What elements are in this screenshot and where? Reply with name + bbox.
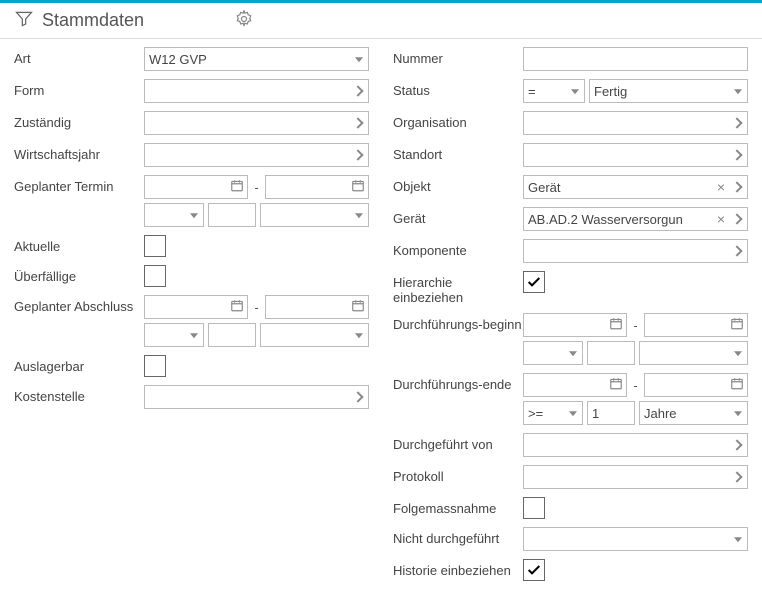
durchf-beginn-op[interactable] — [523, 341, 583, 365]
zustaendig-lookup[interactable] — [144, 111, 369, 135]
nummer-label: Nummer — [393, 47, 523, 66]
page-title: Stammdaten — [42, 10, 144, 31]
durchf-beginn-unit[interactable] — [639, 341, 748, 365]
geraet-label: Gerät — [393, 207, 523, 226]
geplanter-termin-op[interactable] — [144, 203, 204, 227]
calendar-icon — [609, 377, 623, 394]
art-select[interactable]: W12 GVP — [144, 47, 369, 71]
calendar-icon — [351, 299, 365, 316]
geraet-lookup[interactable]: AB.AD.2 Wasserversorgun — [523, 207, 748, 231]
durchf-ende-op[interactable]: >= — [523, 401, 583, 425]
calendar-icon — [230, 179, 244, 196]
geplanter-termin-to[interactable] — [265, 175, 369, 199]
calendar-icon — [609, 317, 623, 334]
organisation-lookup[interactable] — [523, 111, 748, 135]
historie-label: Historie einbeziehen — [393, 559, 523, 578]
durchf-von-label: Durchgeführt von — [393, 433, 523, 452]
status-select[interactable]: Fertig — [589, 79, 748, 103]
calendar-icon — [730, 377, 744, 394]
objekt-lookup[interactable]: Gerät — [523, 175, 748, 199]
geplanter-abschluss-op[interactable] — [144, 323, 204, 347]
standort-lookup[interactable] — [523, 143, 748, 167]
geplanter-abschluss-from[interactable] — [144, 295, 248, 319]
nicht-durchgefuehrt-select[interactable] — [523, 527, 748, 551]
status-op-select[interactable]: = — [523, 79, 585, 103]
dash: - — [252, 300, 260, 315]
wirtschaftsjahr-lookup[interactable] — [144, 143, 369, 167]
auslagerbar-label: Auslagerbar — [14, 355, 144, 374]
aktuelle-label: Aktuelle — [14, 235, 144, 254]
calendar-icon — [351, 179, 365, 196]
historie-checkbox[interactable] — [523, 559, 545, 581]
geplanter-abschluss-to[interactable] — [265, 295, 369, 319]
komponente-lookup[interactable] — [523, 239, 748, 263]
funnel-icon — [14, 9, 34, 32]
kostenstelle-lookup[interactable] — [144, 385, 369, 409]
geplanter-abschluss-num[interactable] — [208, 323, 256, 347]
hierarchie-checkbox[interactable] — [523, 271, 545, 293]
auslagerbar-checkbox[interactable] — [144, 355, 166, 377]
kostenstelle-label: Kostenstelle — [14, 385, 144, 404]
durchf-ende-label: Durchführungs-ende — [393, 373, 523, 392]
geplanter-termin-label: Geplanter Termin — [14, 175, 144, 194]
calendar-icon — [230, 299, 244, 316]
zustaendig-label: Zuständig — [14, 111, 144, 130]
form-lookup[interactable] — [144, 79, 369, 103]
durchf-beginn-from[interactable] — [523, 313, 627, 337]
hierarchie-label: Hierarchie einbeziehen — [393, 271, 523, 305]
nummer-input[interactable] — [523, 47, 748, 71]
durchf-ende-unit[interactable]: Jahre — [639, 401, 748, 425]
status-label: Status — [393, 79, 523, 98]
durchf-beginn-num[interactable] — [587, 341, 635, 365]
geplanter-termin-unit[interactable] — [260, 203, 369, 227]
calendar-icon — [730, 317, 744, 334]
gear-icon[interactable] — [234, 9, 254, 32]
form-label: Form — [14, 79, 144, 98]
durchf-beginn-label: Durchführungs-beginn — [393, 313, 523, 332]
ueberfaellige-checkbox[interactable] — [144, 265, 166, 287]
dash: - — [631, 318, 639, 333]
aktuelle-checkbox[interactable] — [144, 235, 166, 257]
standort-label: Standort — [393, 143, 523, 162]
durchf-beginn-to[interactable] — [644, 313, 748, 337]
protokoll-lookup[interactable] — [523, 465, 748, 489]
geplanter-abschluss-label: Geplanter Abschluss — [14, 295, 144, 314]
objekt-label: Objekt — [393, 175, 523, 194]
art-label: Art — [14, 47, 144, 66]
organisation-label: Organisation — [393, 111, 523, 130]
wirtschaftsjahr-label: Wirtschaftsjahr — [14, 143, 144, 162]
folgemassnahme-checkbox[interactable] — [523, 497, 545, 519]
dash: - — [252, 180, 260, 195]
durchf-ende-to[interactable] — [644, 373, 748, 397]
dash: - — [631, 378, 639, 393]
durchf-von-lookup[interactable] — [523, 433, 748, 457]
ueberfaellige-label: Überfällige — [14, 265, 144, 284]
durchf-ende-num[interactable]: 1 — [587, 401, 635, 425]
nicht-durchgefuehrt-label: Nicht durchgeführt — [393, 527, 523, 546]
komponente-label: Komponente — [393, 239, 523, 258]
protokoll-label: Protokoll — [393, 465, 523, 484]
durchf-ende-from[interactable] — [523, 373, 627, 397]
geplanter-termin-num[interactable] — [208, 203, 256, 227]
folgemassnahme-label: Folgemassnahme — [393, 497, 523, 516]
geplanter-termin-from[interactable] — [144, 175, 248, 199]
geplanter-abschluss-unit[interactable] — [260, 323, 369, 347]
